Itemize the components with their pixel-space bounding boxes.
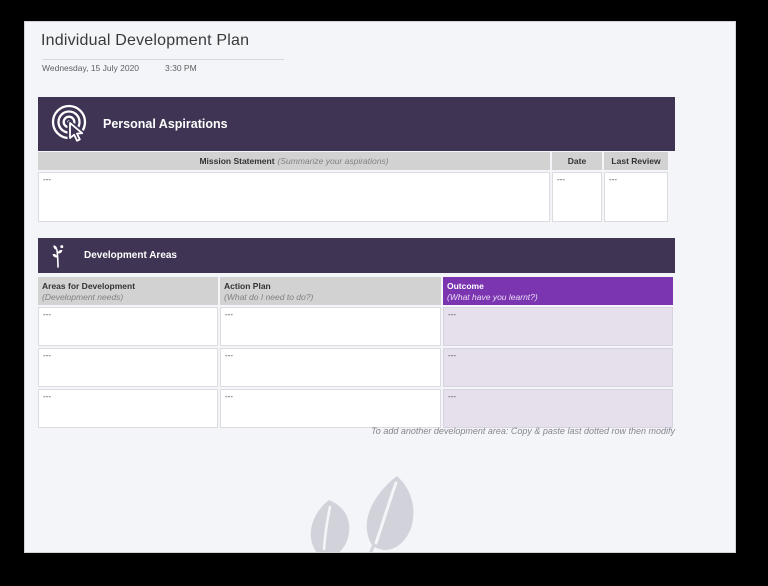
outcome-header: Outcome (What have you learnt?) (443, 277, 673, 305)
development-areas-banner: Development Areas (38, 238, 675, 273)
outcome-cell-row2[interactable]: --- (443, 348, 673, 387)
title-underline (42, 59, 284, 60)
mission-statement-label: Mission Statement (199, 156, 275, 166)
outcome-cell-row3[interactable]: --- (443, 389, 673, 428)
action-plan-header: Action Plan (What do I need to do?) (220, 277, 441, 305)
personal-aspirations-title: Personal Aspirations (103, 117, 228, 131)
outcome-cell-row1[interactable]: --- (443, 307, 673, 346)
development-areas-title: Development Areas (84, 250, 177, 261)
date-header: Date (552, 152, 602, 170)
page-datetime: Wednesday, 15 July 2020 3:30 PM (42, 63, 197, 73)
personal-aspirations-banner: Personal Aspirations (38, 97, 675, 151)
mission-statement-table: Mission Statement (Summarize your aspira… (38, 152, 668, 222)
mission-statement-header: Mission Statement (Summarize your aspira… (38, 152, 550, 170)
areas-for-development-header: Areas for Development (Development needs… (38, 277, 218, 305)
last-review-cell[interactable]: --- (604, 172, 668, 222)
area-cell-row3[interactable]: --- (38, 389, 218, 428)
mission-statement-hint: (Summarize your aspirations) (277, 156, 389, 166)
area-cell-row2[interactable]: --- (38, 348, 218, 387)
date-cell[interactable]: --- (552, 172, 602, 222)
leaves-watermark-icon (293, 474, 465, 552)
mission-statement-cell[interactable]: --- (38, 172, 550, 222)
page-time: 3:30 PM (165, 63, 197, 73)
copy-paste-instruction: To add another development area: Copy & … (371, 426, 675, 436)
sprout-icon (48, 244, 68, 268)
notebook-page: Individual Development Plan Wednesday, 1… (25, 22, 735, 552)
action-cell-row1[interactable]: --- (220, 307, 441, 346)
page-title[interactable]: Individual Development Plan (41, 32, 249, 50)
last-review-header: Last Review (604, 152, 668, 170)
page-date: Wednesday, 15 July 2020 (42, 63, 140, 73)
area-cell-row1[interactable]: --- (38, 307, 218, 346)
target-cursor-icon (48, 102, 92, 146)
action-cell-row2[interactable]: --- (220, 348, 441, 387)
action-cell-row3[interactable]: --- (220, 389, 441, 428)
development-areas-table: Areas for Development (Development needs… (38, 277, 675, 428)
